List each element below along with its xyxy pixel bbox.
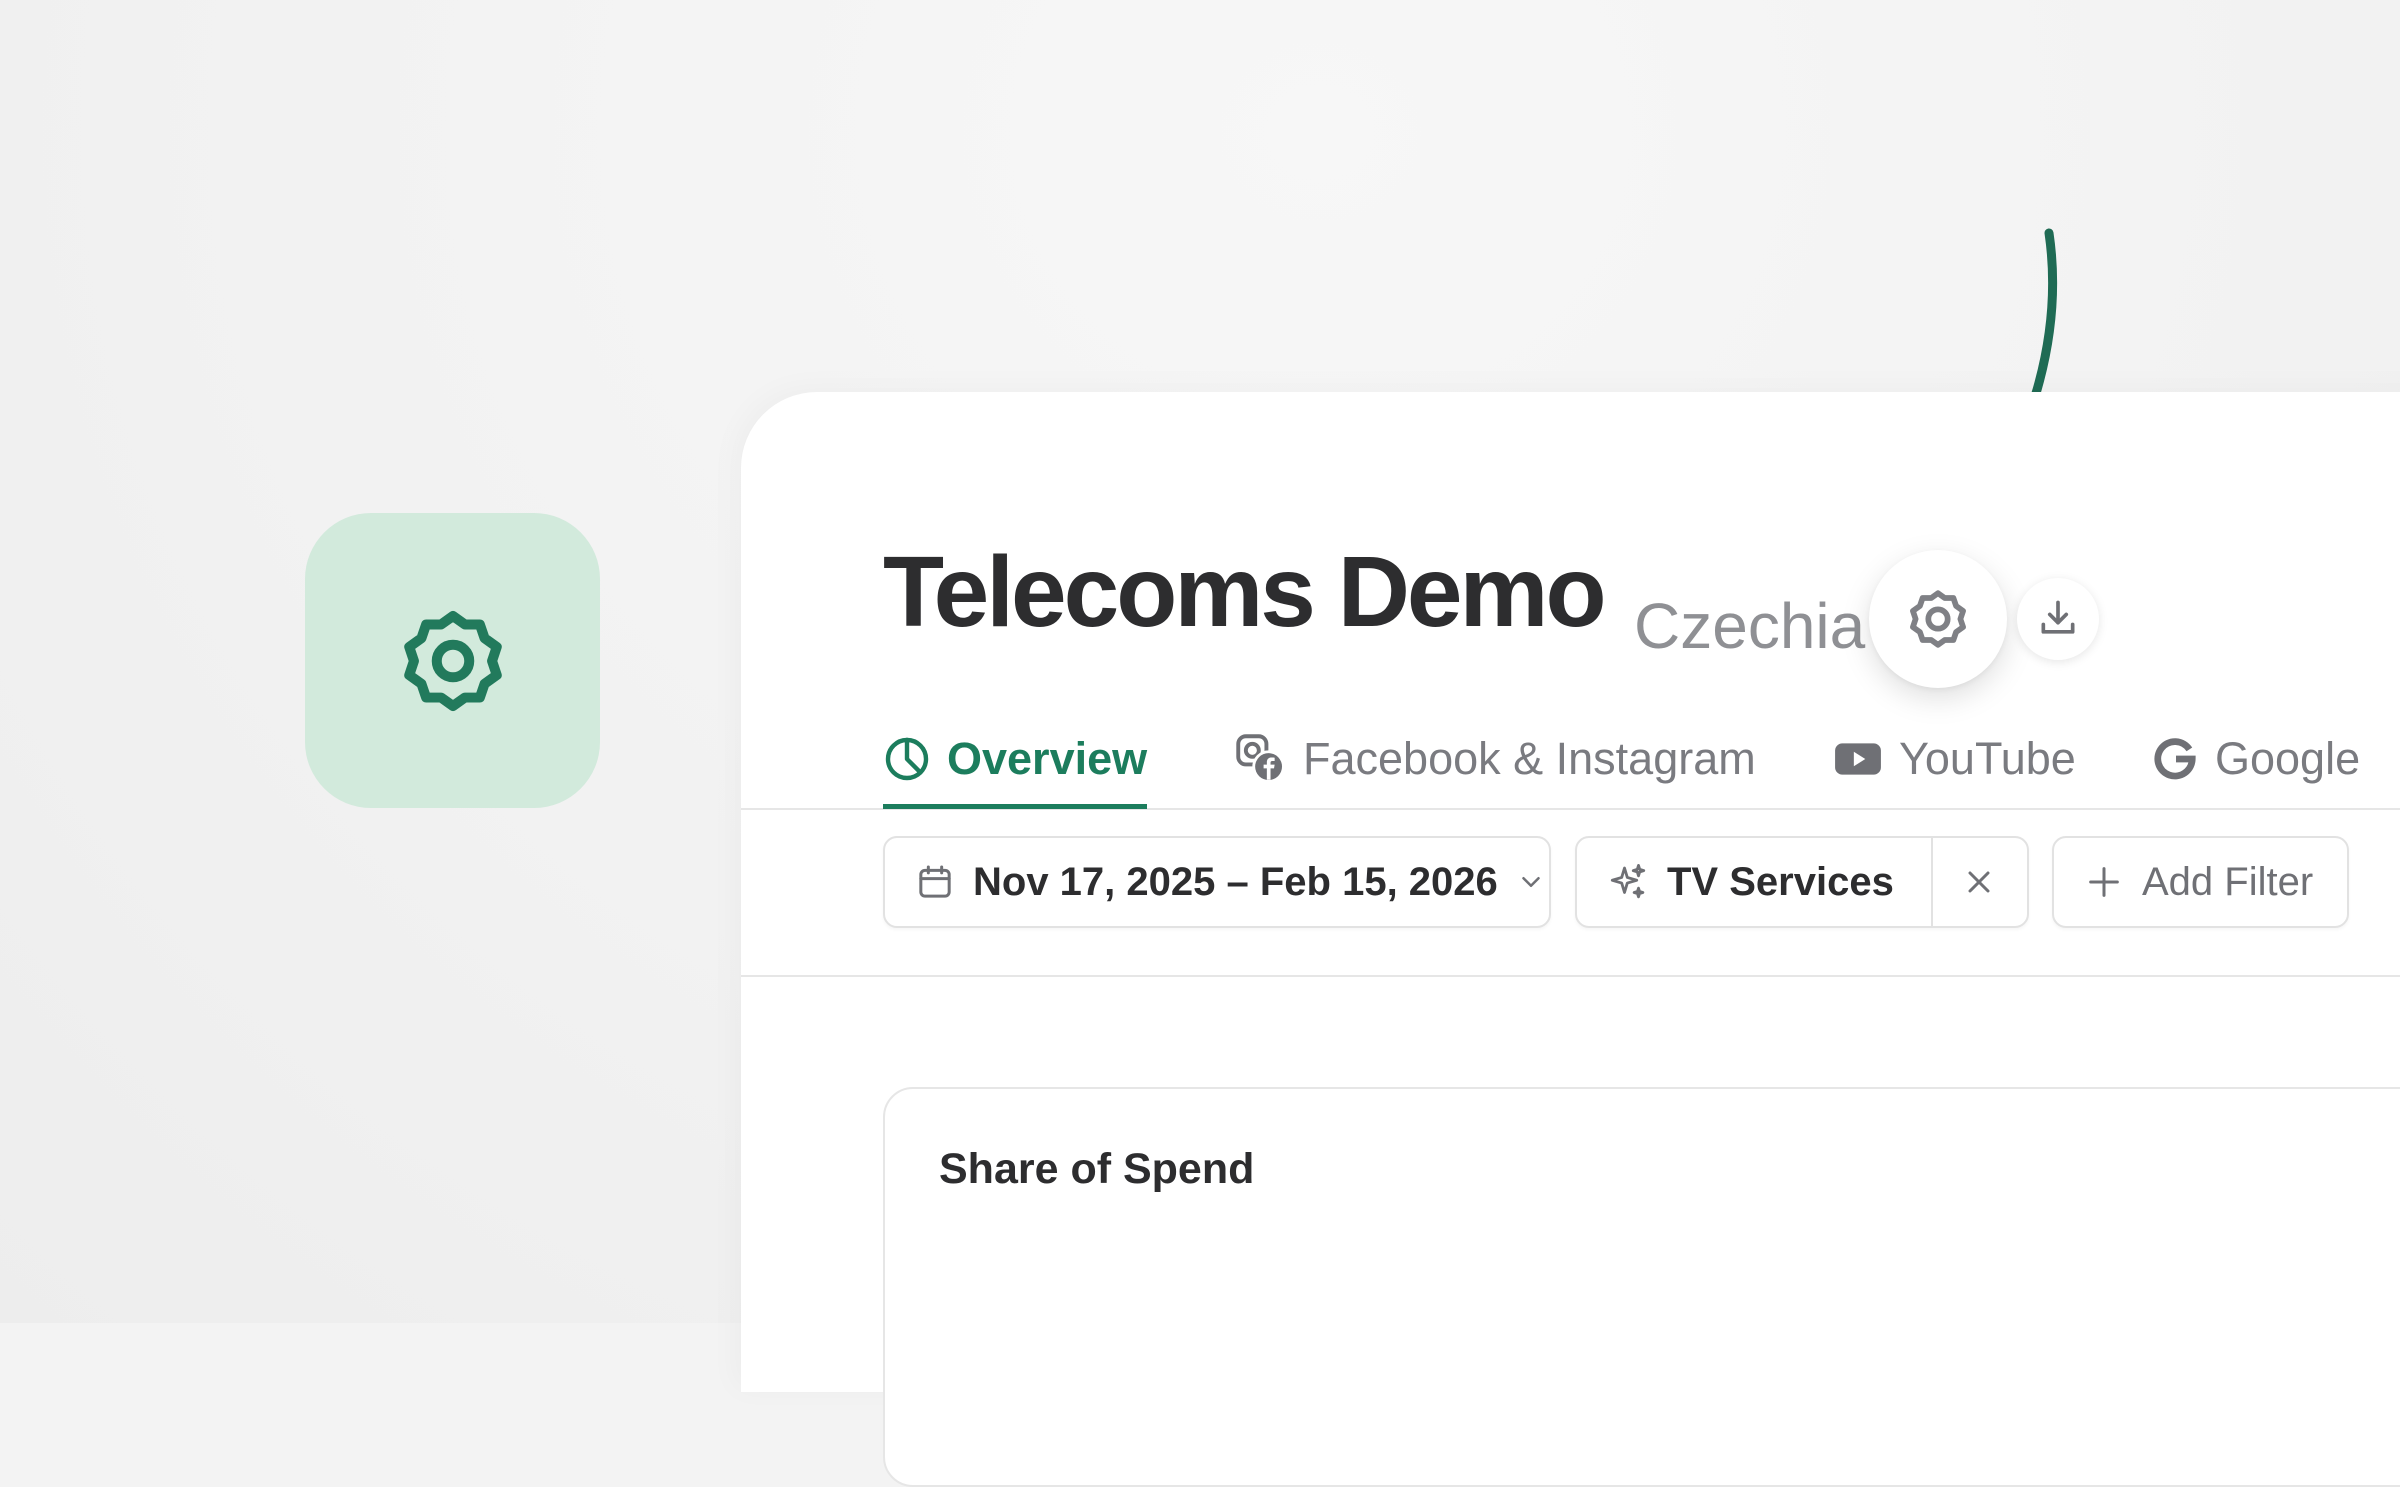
- google-icon: [2154, 738, 2196, 780]
- market-label: Czechia: [1634, 590, 1866, 662]
- page-title: Telecoms Demo: [883, 536, 1607, 648]
- tab-overview[interactable]: Overview: [883, 712, 1148, 809]
- gear-icon: [403, 610, 502, 711]
- share-of-spend-card: Share of Spend: [883, 1087, 2400, 1487]
- gear-icon: [1910, 590, 1966, 648]
- filter-chip-body[interactable]: TV Services: [1577, 838, 1931, 926]
- active-filter-chip: TV Services: [1575, 836, 2029, 928]
- tab-youtube[interactable]: YouTube: [1833, 712, 2076, 806]
- remove-filter-button[interactable]: [1933, 838, 2025, 926]
- chevron-down-icon: [1522, 877, 1540, 887]
- date-range-picker[interactable]: Nov 17, 2025 – Feb 15, 2026: [883, 836, 1551, 928]
- facebook-instagram-icon: [1236, 734, 1285, 783]
- settings-button[interactable]: [1869, 550, 2007, 688]
- pie-chart-icon: [885, 737, 929, 781]
- plus-icon: [2089, 867, 2119, 897]
- tab-label: YouTube: [1899, 733, 2076, 784]
- download-icon: [2041, 600, 2075, 634]
- date-range-label: Nov 17, 2025 – Feb 15, 2026: [973, 859, 1498, 904]
- tab-label: Google: [2215, 733, 2361, 784]
- tab-label: Facebook & Instagram: [1303, 733, 1756, 784]
- add-filter-label: Add Filter: [2142, 859, 2314, 904]
- tab-facebook-instagram[interactable]: Facebook & Instagram: [1235, 712, 1756, 806]
- filter-chip-label: TV Services: [1667, 859, 1894, 904]
- download-button[interactable]: [2017, 578, 2099, 660]
- calendar-icon: [919, 865, 951, 898]
- card-title: Share of Spend: [939, 1145, 1255, 1193]
- dashboard-panel: Telecoms Demo Czechia Overview Facebook …: [741, 392, 2400, 1487]
- tab-label: Overview: [947, 733, 1148, 784]
- youtube-icon: [1835, 743, 1881, 775]
- add-filter-button[interactable]: Add Filter: [2052, 836, 2349, 928]
- tab-bar: Overview Facebook & Instagram YouTube Go…: [741, 712, 2400, 810]
- tab-google[interactable]: Google: [2151, 712, 2360, 806]
- toolbar-divider: [741, 975, 2400, 977]
- settings-feature-tile: [305, 513, 600, 808]
- close-icon: [1968, 871, 1990, 893]
- sparkle-icon: [1610, 863, 1646, 899]
